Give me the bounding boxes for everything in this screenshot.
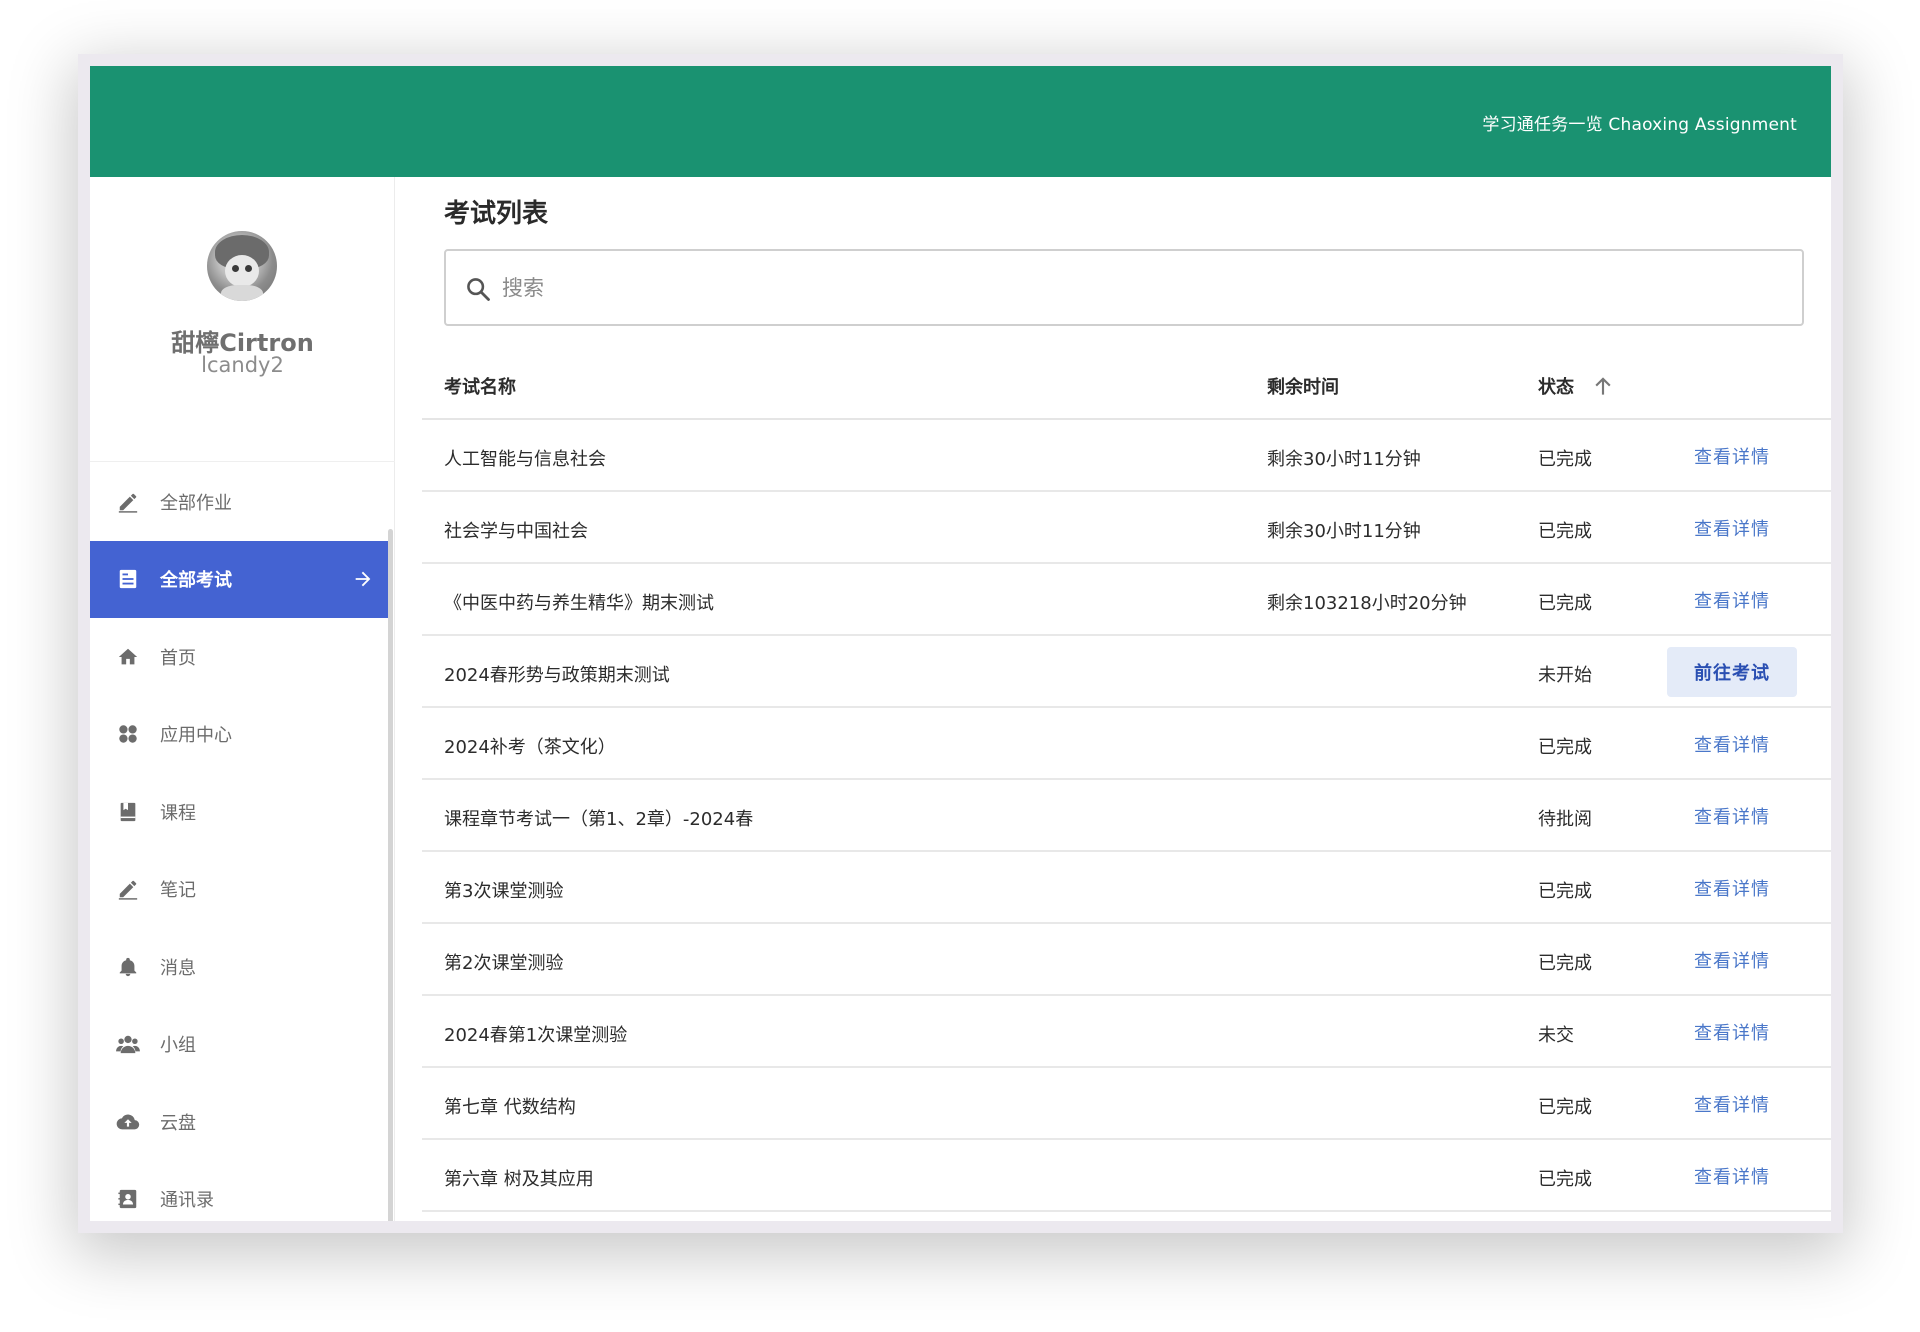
sidebar-item-all-homework[interactable]: 全部作业 [90, 463, 388, 541]
table-row: 《中医中药与养生精华》期末测试 剩余103218小时20分钟 已完成 查看详情 [422, 564, 1831, 636]
bell-icon [116, 955, 140, 979]
exam-name: 第3次课堂测验 [444, 881, 564, 902]
table-row: 第2次课堂测验 已完成 查看详情 [422, 924, 1831, 996]
user-profile: 甜檸Cirtron lcandy2 [90, 177, 395, 462]
top-app-bar: 学习通任务一览 Chaoxing Assignment [90, 66, 1831, 177]
sort-ascending-icon[interactable] [1590, 373, 1616, 399]
sidebar-item-contacts[interactable]: 通讯录 [90, 1161, 388, 1222]
sidebar-item-notes[interactable]: 笔记 [90, 851, 388, 929]
view-details-button[interactable]: 查看详情 [1667, 935, 1797, 985]
table-row: 2024春形势与政策期末测试 未开始 前往考试 [422, 636, 1831, 708]
view-details-button[interactable]: 查看详情 [1667, 431, 1797, 481]
exam-status: 已完成 [1538, 521, 1592, 542]
exam-icon [116, 567, 140, 591]
edit-icon [116, 490, 140, 514]
exam-name: 社会学与中国社会 [444, 521, 588, 542]
sidebar-item-label: 通讯录 [160, 1190, 214, 1212]
header-status[interactable]: 状态 [1538, 373, 1574, 399]
table-row: 课程章节考试一（第1、2章）-2024春 待批阅 查看详情 [422, 780, 1831, 852]
arrow-right-icon [352, 568, 374, 590]
table-row: 2024春第1次课堂测验 未交 查看详情 [422, 996, 1831, 1068]
exam-status: 已完成 [1538, 1097, 1592, 1118]
header-remaining-time[interactable]: 剩余时间 [1267, 373, 1339, 399]
avatar[interactable] [207, 231, 277, 301]
view-details-button[interactable]: 查看详情 [1667, 1151, 1797, 1201]
remaining-time: 剩余30小时11分钟 [1267, 449, 1421, 470]
sidebar-item-label: 应用中心 [160, 725, 232, 747]
sidebar-item-messages[interactable]: 消息 [90, 928, 388, 1006]
contacts-icon [116, 1187, 140, 1211]
exam-status: 已完成 [1538, 953, 1592, 974]
home-icon [116, 645, 140, 669]
exam-status: 已完成 [1538, 737, 1592, 758]
exam-status: 未交 [1538, 1025, 1574, 1046]
exam-status: 未开始 [1538, 665, 1592, 686]
sidebar-item-cloud-drive[interactable]: 云盘 [90, 1083, 388, 1161]
sidebar: 甜檸Cirtron lcandy2 全部作业 全部考试 首页 应用中心 课程 笔… [90, 177, 395, 1221]
view-details-button[interactable]: 查看详情 [1667, 1007, 1797, 1057]
cloud-upload-icon [116, 1110, 140, 1134]
exam-name: 《中医中药与养生精华》期末测试 [444, 593, 714, 614]
sidebar-item-label: 消息 [160, 957, 196, 979]
sidebar-scrollbar[interactable] [388, 529, 393, 1221]
exam-name: 2024补考（茶文化） [444, 737, 616, 758]
table-row: 第七章 代数结构 已完成 查看详情 [422, 1068, 1831, 1140]
search-box[interactable] [444, 249, 1804, 326]
exam-name: 第六章 树及其应用 [444, 1169, 594, 1190]
sidebar-item-label: 首页 [160, 647, 196, 669]
app-brand: 学习通任务一览 Chaoxing Assignment [1482, 115, 1797, 135]
search-input[interactable] [502, 269, 1782, 307]
sidebar-item-all-exams[interactable]: 全部考试 [90, 540, 388, 618]
sidebar-item-courses[interactable]: 课程 [90, 773, 388, 851]
sidebar-item-home[interactable]: 首页 [90, 618, 388, 696]
exam-status: 已完成 [1538, 593, 1592, 614]
header-exam-name[interactable]: 考试名称 [444, 373, 516, 399]
table-row: 第六章 树及其应用 已完成 查看详情 [422, 1140, 1831, 1212]
view-details-button[interactable]: 查看详情 [1667, 719, 1797, 769]
book-icon [116, 800, 140, 824]
page-title: 考试列表 [444, 199, 549, 229]
view-details-button[interactable]: 查看详情 [1667, 1079, 1797, 1129]
group-icon [116, 1032, 140, 1056]
exam-name: 课程章节考试一（第1、2章）-2024春 [444, 809, 754, 830]
apps-icon [116, 722, 140, 746]
sidebar-item-label: 小组 [160, 1035, 196, 1057]
sidebar-item-label: 云盘 [160, 1112, 196, 1134]
table-row: 第3次课堂测验 已完成 查看详情 [422, 852, 1831, 924]
go-to-exam-button[interactable]: 前往考试 [1667, 647, 1797, 697]
exam-status: 待批阅 [1538, 809, 1592, 830]
exam-name: 人工智能与信息社会 [444, 449, 606, 470]
sidebar-item-label: 笔记 [160, 880, 196, 902]
exam-name: 第七章 代数结构 [444, 1097, 576, 1118]
view-details-button[interactable]: 查看详情 [1667, 503, 1797, 553]
sidebar-item-app-center[interactable]: 应用中心 [90, 696, 388, 774]
table-row: 人工智能与信息社会 剩余30小时11分钟 已完成 查看详情 [422, 420, 1831, 492]
exam-name: 2024春第1次课堂测验 [444, 1025, 628, 1046]
view-details-button[interactable]: 查看详情 [1667, 575, 1797, 625]
sidebar-nav: 全部作业 全部考试 首页 应用中心 课程 笔记 消息 小组 云盘 通讯录 [90, 463, 388, 1221]
table-row: 社会学与中国社会 剩余30小时11分钟 已完成 查看详情 [422, 492, 1831, 564]
exam-status: 已完成 [1538, 881, 1592, 902]
view-details-button[interactable]: 查看详情 [1667, 863, 1797, 913]
sidebar-item-groups[interactable]: 小组 [90, 1006, 388, 1084]
table-row: 2024补考（茶文化） 已完成 查看详情 [422, 708, 1831, 780]
remaining-time: 剩余103218小时20分钟 [1267, 593, 1467, 614]
sidebar-item-label: 课程 [160, 802, 196, 824]
view-details-button[interactable]: 查看详情 [1667, 791, 1797, 841]
note-icon [116, 877, 140, 901]
table-header: 考试名称 剩余时间 状态 [422, 347, 1831, 420]
exam-name: 第2次课堂测验 [444, 953, 564, 974]
main-content: 考试列表 考试名称 剩余时间 状态 人工智能与信息社会 剩余30小时11分钟 已… [395, 177, 1831, 1221]
exam-status: 已完成 [1538, 1169, 1592, 1190]
remaining-time: 剩余30小时11分钟 [1267, 521, 1421, 542]
exam-table: 考试名称 剩余时间 状态 人工智能与信息社会 剩余30小时11分钟 已完成 查看… [422, 347, 1831, 1212]
sidebar-item-label: 全部作业 [160, 492, 232, 514]
exam-name: 2024春形势与政策期末测试 [444, 665, 670, 686]
user-id: lcandy2 [201, 353, 284, 377]
exam-status: 已完成 [1538, 449, 1592, 470]
app-window: 学习通任务一览 Chaoxing Assignment 甜檸Cirtron lc… [90, 66, 1831, 1221]
search-icon [464, 275, 492, 303]
sidebar-item-label: 全部考试 [160, 570, 232, 592]
